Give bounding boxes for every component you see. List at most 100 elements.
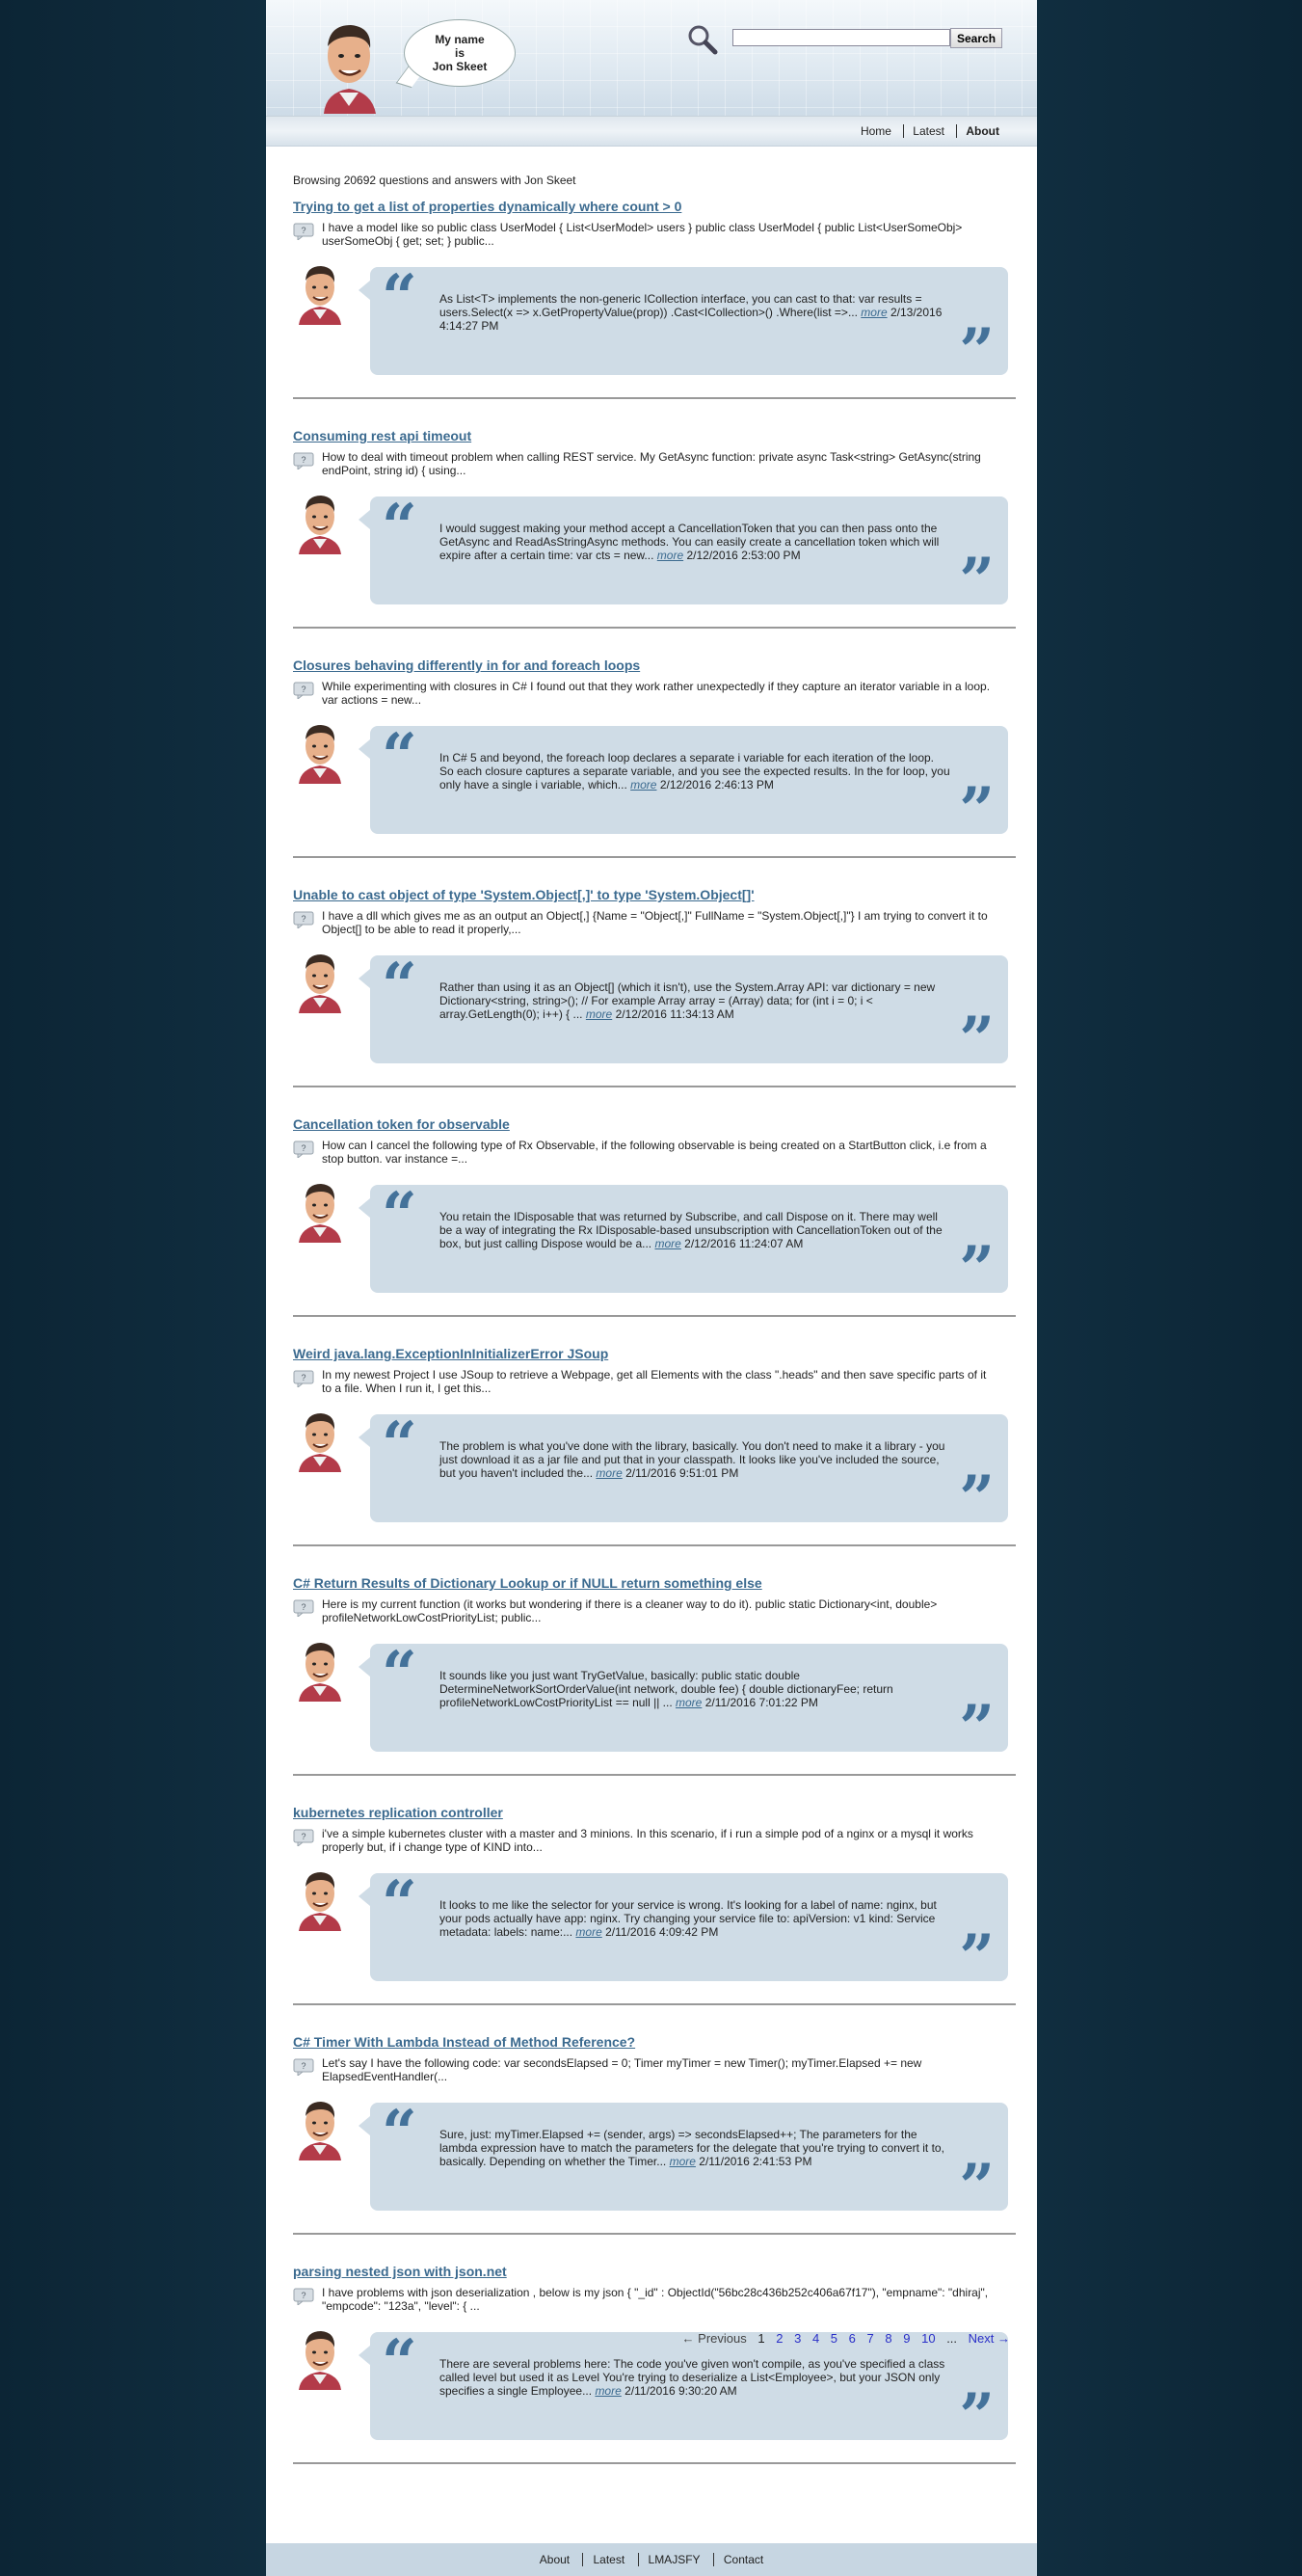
question-excerpt: I have a dll which gives me as an output… xyxy=(322,909,988,936)
pagination-page-link[interactable]: 10 xyxy=(921,2331,935,2346)
pagination-page-link[interactable]: 5 xyxy=(831,2331,837,2346)
question-excerpt: I have problems with json deserializatio… xyxy=(322,2286,989,2313)
qa-entry: Consuming rest api timeout ? How to deal… xyxy=(293,427,1016,657)
entry-list: Trying to get a list of properties dynam… xyxy=(293,198,1016,2492)
entry-separator xyxy=(293,2233,1016,2235)
close-quote-icon: ” xyxy=(959,1921,995,1994)
question-title-link[interactable]: C# Timer With Lambda Instead of Method R… xyxy=(293,2033,1016,2053)
more-link[interactable]: more xyxy=(586,1007,612,1021)
question-excerpt: While experimenting with closures in C# … xyxy=(322,680,991,707)
nav-latest[interactable]: Latest xyxy=(903,124,953,138)
more-link[interactable]: more xyxy=(676,1696,702,1709)
question-title-link[interactable]: Trying to get a list of properties dynam… xyxy=(293,198,1016,217)
answer-author-avatar xyxy=(299,266,341,325)
answer-text: It sounds like you just want TryGetValue… xyxy=(439,1669,893,1709)
open-quote-icon: “ xyxy=(382,1867,417,1940)
search-button[interactable]: Search xyxy=(950,28,1003,48)
answer-quote-box: “ It looks to me like the selector for y… xyxy=(359,1867,1008,1989)
answer-excerpt: In C# 5 and beyond, the foreach loop dec… xyxy=(439,751,950,792)
close-quote-icon: ” xyxy=(959,545,995,617)
open-quote-icon: “ xyxy=(382,491,417,563)
question-row: ? How to deal with timeout problem when … xyxy=(293,450,1016,487)
question-title-link[interactable]: Unable to cast object of type 'System.Ob… xyxy=(293,886,1016,905)
more-link[interactable]: more xyxy=(670,2155,696,2168)
answer-quote-box: “ Rather than using it as an Object[] (w… xyxy=(359,950,1008,1071)
answer-excerpt: It looks to me like the selector for you… xyxy=(439,1898,950,1939)
pagination-page-link[interactable]: 6 xyxy=(849,2331,856,2346)
pagination-page-link[interactable]: 8 xyxy=(885,2331,891,2346)
nav-home[interactable]: Home xyxy=(852,124,900,138)
pagination-previous: ← Previous xyxy=(681,2331,747,2346)
more-link[interactable]: more xyxy=(575,1925,601,1939)
question-icon: ? xyxy=(293,223,314,240)
question-title-link[interactable]: Weird java.lang.ExceptionInInitializerEr… xyxy=(293,1345,1016,1364)
open-quote-icon: “ xyxy=(382,1409,417,1481)
close-quote-icon: ” xyxy=(959,1462,995,1535)
pagination-page-link[interactable]: 7 xyxy=(867,2331,874,2346)
nav-about[interactable]: About xyxy=(956,124,1008,138)
question-title-link[interactable]: C# Return Results of Dictionary Lookup o… xyxy=(293,1574,1016,1594)
more-link[interactable]: more xyxy=(596,1466,622,1480)
answer-author-avatar xyxy=(299,1413,341,1472)
question-row: ? In my newest Project I use JSoup to re… xyxy=(293,1368,1016,1405)
svg-text:?: ? xyxy=(301,2291,306,2300)
speech-bubble: My name is Jon Skeet xyxy=(404,19,516,87)
question-title-link[interactable]: Consuming rest api timeout xyxy=(293,427,1016,446)
more-link[interactable]: more xyxy=(595,2384,621,2398)
footer-lmajsfy[interactable]: LMAJSFY xyxy=(637,2553,710,2566)
answer-text: As List<T> implements the non-generic IC… xyxy=(439,292,922,319)
svg-text:?: ? xyxy=(301,1373,306,1382)
more-link[interactable]: more xyxy=(654,1237,680,1250)
entry-separator xyxy=(293,1086,1016,1087)
open-quote-icon: “ xyxy=(382,720,417,792)
question-icon: ? xyxy=(293,911,314,928)
question-icon: ? xyxy=(293,682,314,699)
question-title-link[interactable]: Closures behaving differently in for and… xyxy=(293,657,1016,676)
pagination-page-link[interactable]: 9 xyxy=(903,2331,910,2346)
answer-date: 2/11/2016 4:09:42 PM xyxy=(605,1925,719,1939)
answer-quote-box: “ In C# 5 and beyond, the foreach loop d… xyxy=(359,720,1008,842)
jon-skeet-avatar xyxy=(324,25,376,114)
footer-latest[interactable]: Latest xyxy=(582,2553,635,2566)
answer-excerpt: It sounds like you just want TryGetValue… xyxy=(439,1669,950,1709)
question-row: ? Let's say I have the following code: v… xyxy=(293,2056,1016,2093)
more-link[interactable]: more xyxy=(630,778,656,792)
site-footer: About Latest LMAJSFY Contact xyxy=(266,2543,1037,2576)
answer-excerpt: Rather than using it as an Object[] (whi… xyxy=(439,980,950,1021)
question-icon: ? xyxy=(293,1370,314,1387)
entry-separator xyxy=(293,1315,1016,1317)
answer-author-avatar xyxy=(299,2102,341,2160)
question-title-link[interactable]: kubernetes replication controller xyxy=(293,1804,1016,1823)
answer-date: 2/11/2016 7:01:22 PM xyxy=(704,1696,818,1709)
footer-contact[interactable]: Contact xyxy=(712,2553,774,2566)
answer-date: 2/12/2016 11:34:13 AM xyxy=(615,1007,734,1021)
answer-quote-box: “ It sounds like you just want TryGetVal… xyxy=(359,1644,1008,1759)
entry-separator xyxy=(293,397,1016,399)
answer-excerpt: I would suggest making your method accep… xyxy=(439,522,950,562)
more-link[interactable]: more xyxy=(657,549,683,562)
open-quote-icon: “ xyxy=(382,950,417,1022)
more-link[interactable]: more xyxy=(861,306,887,319)
page: My name is Jon Skeet Search Home Latest … xyxy=(266,0,1037,2576)
svg-text:?: ? xyxy=(301,1602,306,1612)
footer-about[interactable]: About xyxy=(530,2553,579,2566)
pagination-page-link[interactable]: 4 xyxy=(812,2331,819,2346)
answer-excerpt: The problem is what you've done with the… xyxy=(439,1439,950,1480)
entry-separator xyxy=(293,627,1016,629)
close-quote-icon: ” xyxy=(959,2151,995,2223)
speech-line-3: Jon Skeet xyxy=(432,60,488,73)
question-title-link[interactable]: parsing nested json with json.net xyxy=(293,2263,1016,2282)
answer-date: 2/11/2016 9:51:01 PM xyxy=(625,1466,739,1480)
question-title-link[interactable]: Cancellation token for observable xyxy=(293,1115,1016,1135)
pagination-page-link[interactable]: 2 xyxy=(776,2331,783,2346)
question-excerpt: Here is my current function (it works bu… xyxy=(322,1597,938,1624)
question-row: ? How can I cancel the following type of… xyxy=(293,1139,1016,1175)
answer-author-avatar xyxy=(299,725,341,784)
svg-text:?: ? xyxy=(301,914,306,924)
pagination-next[interactable]: Next → xyxy=(969,2331,1010,2346)
question-icon: ? xyxy=(293,1140,314,1158)
search-input[interactable] xyxy=(732,29,950,46)
pagination-page-link[interactable]: 3 xyxy=(794,2331,801,2346)
close-quote-icon: ” xyxy=(959,1233,995,1305)
answer-author-avatar xyxy=(299,1184,341,1243)
